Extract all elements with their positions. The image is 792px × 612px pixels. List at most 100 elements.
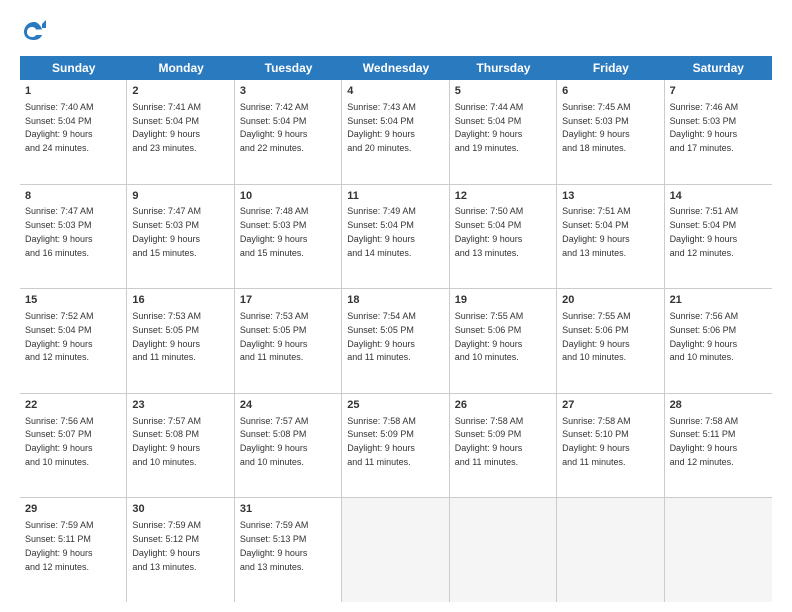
calendar-cell-5: 5 Sunrise: 7:44 AMSunset: 5:04 PMDaylight…: [450, 80, 557, 184]
cell-info: Sunrise: 7:54 AMSunset: 5:05 PMDaylight:…: [347, 311, 416, 362]
calendar-cell-29: 29 Sunrise: 7:59 AMSunset: 5:11 PMDayligh…: [20, 498, 127, 602]
day-number: 19: [455, 293, 551, 308]
day-number: 29: [25, 502, 121, 517]
empty-cell: [557, 498, 664, 602]
calendar-cell-17: 17Sunrise: 7:53 AMSunset: 5:05 PMDayligh…: [235, 289, 342, 393]
day-number: 14: [670, 189, 767, 204]
calendar-cell-4: 4 Sunrise: 7:43 AMSunset: 5:04 PMDaylight…: [342, 80, 449, 184]
empty-cell: [450, 498, 557, 602]
day-number: 10: [240, 189, 336, 204]
cell-info: Sunrise: 7:40 AMSunset: 5:04 PMDaylight:…: [25, 102, 94, 153]
calendar-cell-3: 3 Sunrise: 7:42 AMSunset: 5:04 PMDaylight…: [235, 80, 342, 184]
cell-info: Sunrise: 7:43 AMSunset: 5:04 PMDaylight:…: [347, 102, 416, 153]
day-number: 2: [132, 84, 228, 99]
day-number: 26: [455, 398, 551, 413]
calendar-row-5: 29 Sunrise: 7:59 AMSunset: 5:11 PMDayligh…: [20, 498, 772, 602]
day-number: 13: [562, 189, 658, 204]
day-number: 20: [562, 293, 658, 308]
cell-info: Sunrise: 7:41 AMSunset: 5:04 PMDaylight:…: [132, 102, 201, 153]
calendar-cell-27: 27 Sunrise: 7:58 AMSunset: 5:10 PMDayligh…: [557, 394, 664, 498]
cell-info: Sunrise: 7:55 AMSunset: 5:06 PMDaylight:…: [455, 311, 524, 362]
empty-cell: [342, 498, 449, 602]
cell-info: Sunrise: 7:58 AMSunset: 5:11 PMDaylight:…: [670, 416, 739, 467]
calendar-cell-25: 25 Sunrise: 7:58 AMSunset: 5:09 PMDayligh…: [342, 394, 449, 498]
day-number: 6: [562, 84, 658, 99]
cell-info: Sunrise: 7:59 AMSunset: 5:11 PMDaylight:…: [25, 520, 94, 571]
day-number: 15: [25, 293, 121, 308]
day-number: 22: [25, 398, 121, 413]
calendar-cell-2: 2 Sunrise: 7:41 AMSunset: 5:04 PMDaylight…: [127, 80, 234, 184]
calendar-header: SundayMondayTuesdayWednesdayThursdayFrid…: [20, 56, 772, 80]
day-number: 16: [132, 293, 228, 308]
calendar-cell-12: 12Sunrise: 7:50 AMSunset: 5:04 PMDayligh…: [450, 185, 557, 289]
cell-info: Sunrise: 7:45 AMSunset: 5:03 PMDaylight:…: [562, 102, 631, 153]
cell-info: Sunrise: 7:47 AMSunset: 5:03 PMDaylight:…: [132, 206, 201, 257]
calendar-cell-15: 15 Sunrise: 7:52 AMSunset: 5:04 PMDayligh…: [20, 289, 127, 393]
calendar-cell-13: 13Sunrise: 7:51 AMSunset: 5:04 PMDayligh…: [557, 185, 664, 289]
cell-info: Sunrise: 7:46 AMSunset: 5:03 PMDaylight:…: [670, 102, 739, 153]
cell-info: Sunrise: 7:49 AMSunset: 5:04 PMDaylight:…: [347, 206, 416, 257]
cell-info: Sunrise: 7:57 AMSunset: 5:08 PMDaylight:…: [240, 416, 309, 467]
day-number: 18: [347, 293, 443, 308]
day-number: 24: [240, 398, 336, 413]
calendar-cell-11: 11 Sunrise: 7:49 AMSunset: 5:04 PMDayligh…: [342, 185, 449, 289]
cell-info: Sunrise: 7:58 AMSunset: 5:09 PMDaylight:…: [347, 416, 416, 467]
day-header-friday: Friday: [557, 56, 664, 80]
calendar-cell-20: 20Sunrise: 7:55 AMSunset: 5:06 PMDayligh…: [557, 289, 664, 393]
day-number: 31: [240, 502, 336, 517]
calendar-cell-1: 1 Sunrise: 7:40 AMSunset: 5:04 PMDaylight…: [20, 80, 127, 184]
calendar-cell-7: 7 Sunrise: 7:46 AMSunset: 5:03 PMDaylight…: [665, 80, 772, 184]
day-number: 7: [670, 84, 767, 99]
calendar-cell-31: 31 Sunrise: 7:59 AMSunset: 5:13 PMDayligh…: [235, 498, 342, 602]
cell-info: Sunrise: 7:58 AMSunset: 5:09 PMDaylight:…: [455, 416, 524, 467]
cell-info: Sunrise: 7:48 AMSunset: 5:03 PMDaylight:…: [240, 206, 309, 257]
cell-info: Sunrise: 7:59 AMSunset: 5:12 PMDaylight:…: [132, 520, 201, 571]
logo: [20, 18, 52, 46]
calendar-cell-9: 9Sunrise: 7:47 AMSunset: 5:03 PMDaylight…: [127, 185, 234, 289]
cell-info: Sunrise: 7:44 AMSunset: 5:04 PMDaylight:…: [455, 102, 524, 153]
day-number: 28: [670, 398, 767, 413]
calendar-cell-28: 28 Sunrise: 7:58 AMSunset: 5:11 PMDayligh…: [665, 394, 772, 498]
calendar-cell-19: 19 Sunrise: 7:55 AMSunset: 5:06 PMDayligh…: [450, 289, 557, 393]
calendar-cell-30: 30 Sunrise: 7:59 AMSunset: 5:12 PMDayligh…: [127, 498, 234, 602]
day-number: 17: [240, 293, 336, 308]
day-header-tuesday: Tuesday: [235, 56, 342, 80]
calendar: SundayMondayTuesdayWednesdayThursdayFrid…: [20, 56, 772, 602]
calendar-cell-23: 23Sunrise: 7:57 AMSunset: 5:08 PMDayligh…: [127, 394, 234, 498]
day-number: 23: [132, 398, 228, 413]
day-number: 5: [455, 84, 551, 99]
day-number: 4: [347, 84, 443, 99]
day-number: 12: [455, 189, 551, 204]
day-header-thursday: Thursday: [450, 56, 557, 80]
day-number: 21: [670, 293, 767, 308]
calendar-cell-8: 8Sunrise: 7:47 AMSunset: 5:03 PMDaylight…: [20, 185, 127, 289]
cell-info: Sunrise: 7:59 AMSunset: 5:13 PMDaylight:…: [240, 520, 309, 571]
calendar-cell-6: 6 Sunrise: 7:45 AMSunset: 5:03 PMDaylight…: [557, 80, 664, 184]
calendar-row-4: 22Sunrise: 7:56 AMSunset: 5:07 PMDayligh…: [20, 394, 772, 499]
cell-info: Sunrise: 7:53 AMSunset: 5:05 PMDaylight:…: [132, 311, 201, 362]
calendar-row-3: 15 Sunrise: 7:52 AMSunset: 5:04 PMDayligh…: [20, 289, 772, 394]
calendar-row-2: 8Sunrise: 7:47 AMSunset: 5:03 PMDaylight…: [20, 185, 772, 290]
cell-info: Sunrise: 7:47 AMSunset: 5:03 PMDaylight:…: [25, 206, 94, 257]
calendar-cell-14: 14 Sunrise: 7:51 AMSunset: 5:04 PMDayligh…: [665, 185, 772, 289]
day-number: 30: [132, 502, 228, 517]
day-number: 3: [240, 84, 336, 99]
day-number: 1: [25, 84, 121, 99]
calendar-cell-21: 21 Sunrise: 7:56 AMSunset: 5:06 PMDayligh…: [665, 289, 772, 393]
cell-info: Sunrise: 7:52 AMSunset: 5:04 PMDaylight:…: [25, 311, 94, 362]
day-number: 25: [347, 398, 443, 413]
cell-info: Sunrise: 7:58 AMSunset: 5:10 PMDaylight:…: [562, 416, 631, 467]
calendar-cell-16: 16 Sunrise: 7:53 AMSunset: 5:05 PMDayligh…: [127, 289, 234, 393]
calendar-row-1: 1 Sunrise: 7:40 AMSunset: 5:04 PMDaylight…: [20, 80, 772, 185]
day-number: 27: [562, 398, 658, 413]
day-header-wednesday: Wednesday: [342, 56, 449, 80]
calendar-cell-26: 26 Sunrise: 7:58 AMSunset: 5:09 PMDayligh…: [450, 394, 557, 498]
day-header-saturday: Saturday: [665, 56, 772, 80]
calendar-cell-22: 22Sunrise: 7:56 AMSunset: 5:07 PMDayligh…: [20, 394, 127, 498]
day-number: 11: [347, 189, 443, 204]
empty-cell: [665, 498, 772, 602]
cell-info: Sunrise: 7:56 AMSunset: 5:06 PMDaylight:…: [670, 311, 739, 362]
calendar-cell-18: 18 Sunrise: 7:54 AMSunset: 5:05 PMDayligh…: [342, 289, 449, 393]
cell-info: Sunrise: 7:51 AMSunset: 5:04 PMDaylight:…: [670, 206, 739, 257]
cell-info: Sunrise: 7:42 AMSunset: 5:04 PMDaylight:…: [240, 102, 309, 153]
